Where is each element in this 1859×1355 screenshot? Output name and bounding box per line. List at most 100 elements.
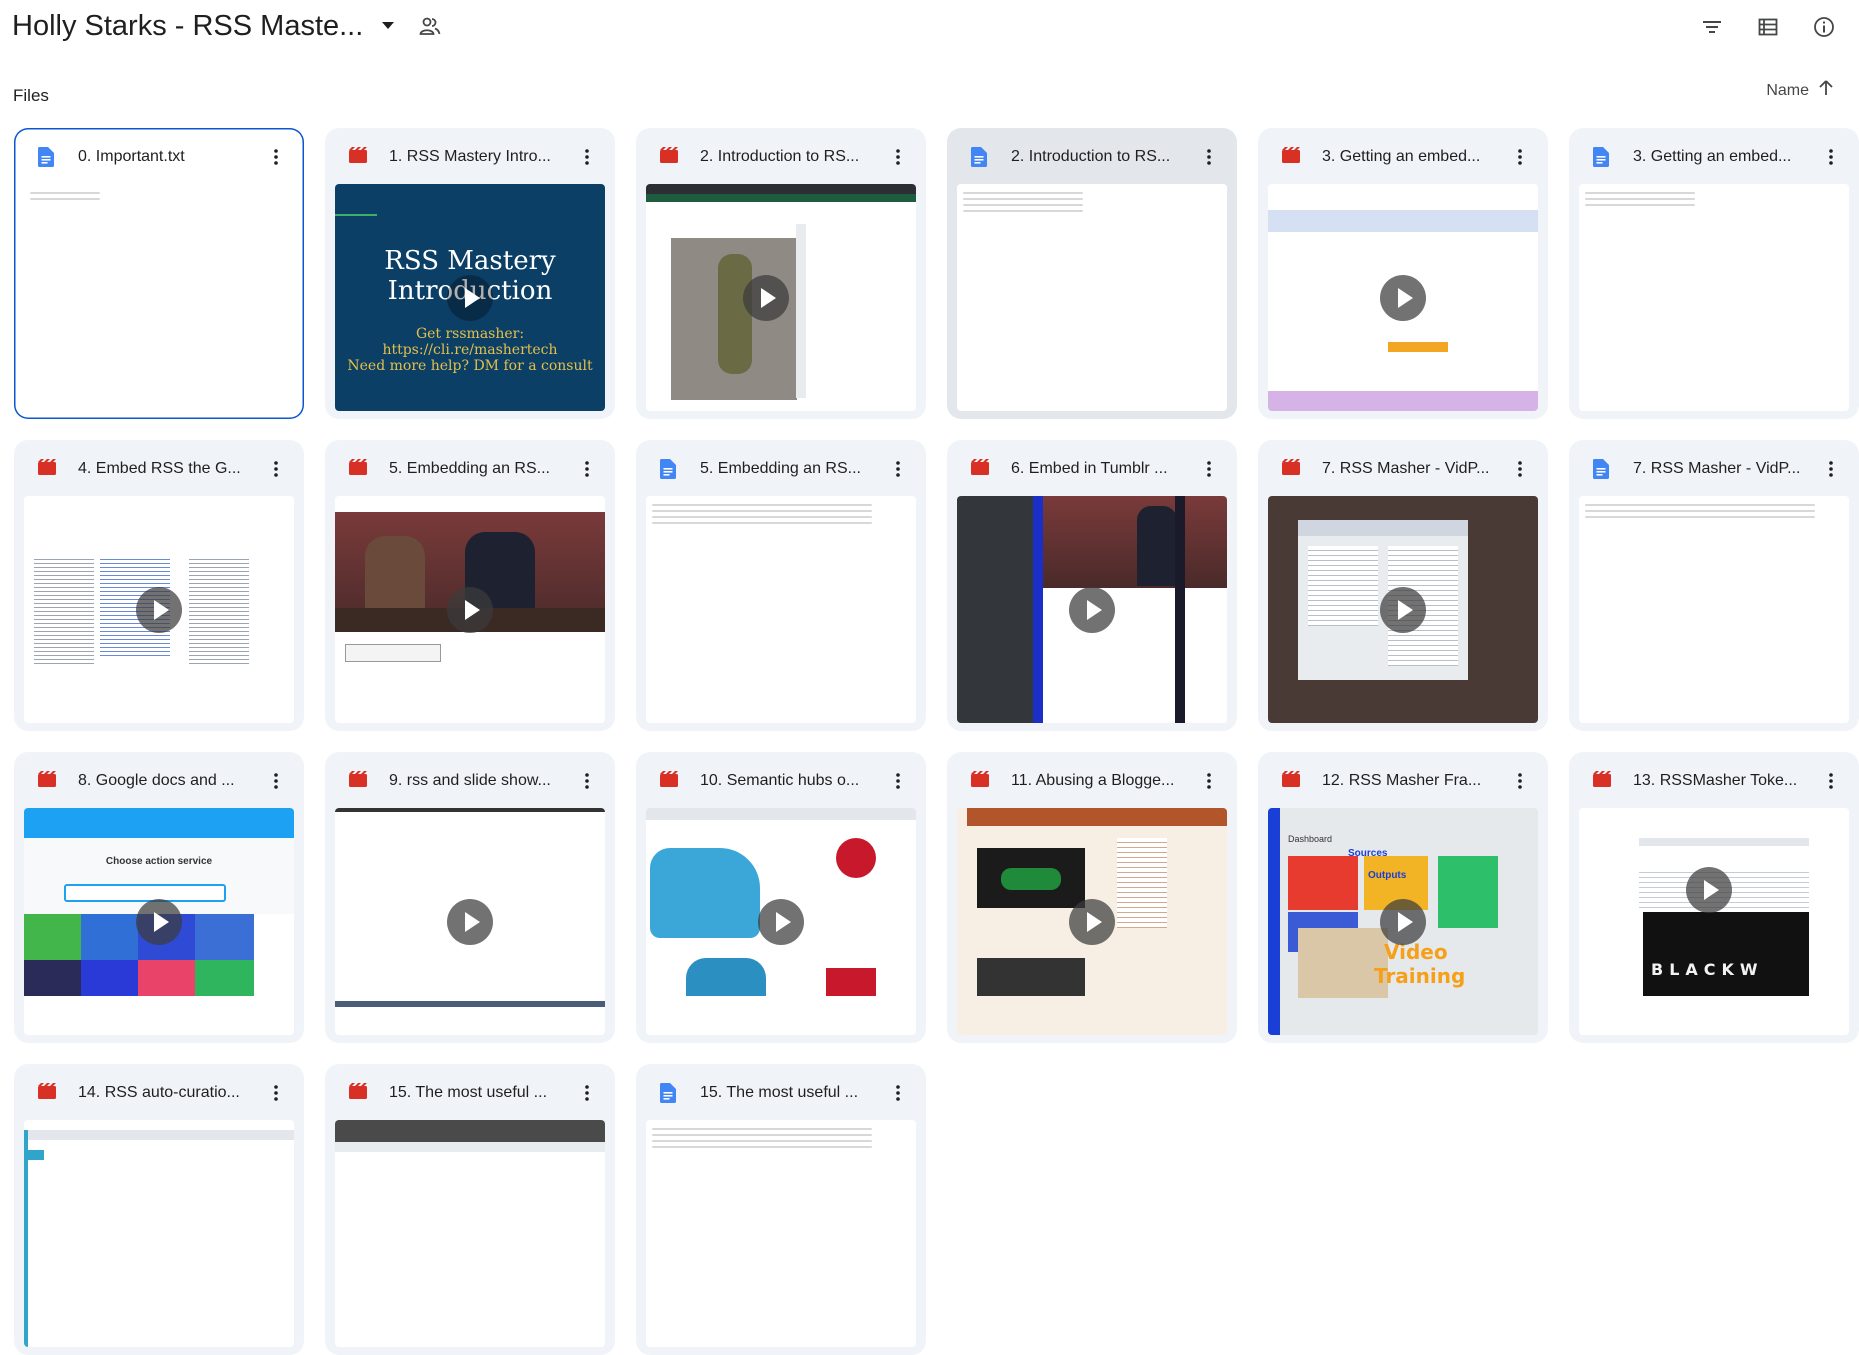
video-file-icon [349,459,369,479]
sort-by-name-button[interactable]: Name [1766,80,1833,101]
training-word: Training [1374,964,1466,988]
play-icon [1069,898,1115,945]
file-card[interactable]: 7. RSS Masher - VidP... [1569,440,1859,731]
more-vert-icon[interactable] [262,1079,290,1107]
file-name: 7. RSS Masher - VidP... [1633,460,1801,477]
file-card[interactable]: 3. Getting an embed... [1569,128,1859,419]
video-file-icon [971,771,991,791]
more-vert-icon[interactable] [884,767,912,795]
arrow-up-icon [1819,80,1833,101]
file-card[interactable]: 13. RSSMasher Toke... BLACKW [1569,752,1859,1043]
more-vert-icon[interactable] [1817,455,1845,483]
more-vert-icon[interactable] [1506,143,1534,171]
file-thumbnail [957,808,1227,1035]
file-thumbnail [24,184,294,411]
sort-label: Name [1766,81,1809,99]
more-vert-icon[interactable] [1195,143,1223,171]
file-card[interactable]: 9. rss and slide show... [325,752,615,1043]
file-thumbnail: RSS Mastery Introduction Get rssmasher: … [335,184,605,411]
doc-file-icon [38,147,58,167]
play-icon [1380,898,1426,945]
file-name: 6. Embed in Tumblr ... [1011,460,1168,477]
more-vert-icon[interactable] [1506,767,1534,795]
more-vert-icon[interactable] [262,143,290,171]
file-card[interactable]: 3. Getting an embed... [1258,128,1548,419]
file-thumbnail [646,1120,916,1347]
video-word: Video [1384,940,1448,964]
file-card[interactable]: 8. Google docs and ... Choose action ser… [14,752,304,1043]
more-vert-icon[interactable] [1506,455,1534,483]
file-card[interactable]: 5. Embedding an RS... [636,440,926,731]
video-file-icon [1282,147,1302,167]
play-icon [1069,586,1115,633]
file-card[interactable]: 10. Semantic hubs o... [636,752,926,1043]
file-card[interactable]: 2. Introduction to RS... [947,128,1237,419]
more-vert-icon[interactable] [262,767,290,795]
more-vert-icon[interactable] [573,767,601,795]
more-vert-icon[interactable] [1817,767,1845,795]
file-name: 2. Introduction to RS... [700,148,860,165]
file-name: 1. RSS Mastery Intro... [389,148,551,165]
list-view-icon[interactable] [1751,10,1785,44]
file-name: 8. Google docs and ... [78,772,235,789]
video-file-icon [660,147,680,167]
doc-file-icon [1593,459,1613,479]
intro-get-text: Get rssmasher: [415,326,525,342]
file-thumbnail [1268,184,1538,411]
file-name: 5. Embedding an RS... [389,460,550,477]
more-vert-icon[interactable] [573,143,601,171]
folder-title-area[interactable]: Holly Starks - RSS Maste... [12,6,443,46]
file-thumbnail: Dashboard Sources Outputs Video Training [1268,808,1538,1035]
more-vert-icon[interactable] [884,1079,912,1107]
choose-action-text: Choose action service [105,856,213,867]
video-file-icon [349,771,369,791]
video-file-icon [971,459,991,479]
doc-file-icon [1593,147,1613,167]
file-name: 12. RSS Masher Fra... [1322,772,1482,789]
file-card[interactable]: 11. Abusing a Blogge... [947,752,1237,1043]
more-vert-icon[interactable] [1195,767,1223,795]
file-thumbnail [1579,496,1849,723]
file-thumbnail [646,496,916,723]
file-card[interactable]: 0. Important.txt [14,128,304,419]
file-card[interactable]: 2. Introduction to RS... [636,128,926,419]
play-icon [1685,866,1732,913]
file-card[interactable]: 15. The most useful ... [325,1064,615,1355]
top-bar: Holly Starks - RSS Maste... [0,0,1859,56]
video-file-icon [38,1083,58,1103]
video-file-icon [660,771,680,791]
video-file-icon [1282,459,1302,479]
file-card[interactable]: 6. Embed in Tumblr ... [947,440,1237,731]
more-vert-icon[interactable] [262,455,290,483]
file-card[interactable]: 4. Embed RSS the G... [14,440,304,731]
chevron-down-icon[interactable] [377,15,399,37]
filter-icon[interactable] [1695,10,1729,44]
file-card[interactable]: 15. The most useful ... [636,1064,926,1355]
file-card[interactable]: 7. RSS Masher - VidP... [1258,440,1548,731]
file-thumbnail [335,1120,605,1347]
file-card[interactable]: 5. Embedding an RS... [325,440,615,731]
shared-people-icon[interactable] [417,13,443,39]
play-icon [447,586,493,633]
video-file-icon [349,147,369,167]
file-thumbnail [646,808,916,1035]
more-vert-icon[interactable] [884,143,912,171]
blackw-text: BLACKW [1651,960,1764,979]
file-thumbnail [1268,496,1538,723]
play-icon [758,898,804,945]
file-card[interactable]: 14. RSS auto-curatio... [14,1064,304,1355]
more-vert-icon[interactable] [1195,455,1223,483]
more-vert-icon[interactable] [1817,143,1845,171]
file-thumbnail [24,496,294,723]
info-icon[interactable] [1807,10,1841,44]
file-thumbnail [24,1120,294,1347]
file-name: 15. The most useful ... [389,1084,548,1101]
doc-file-icon [660,459,680,479]
more-vert-icon[interactable] [573,455,601,483]
more-vert-icon[interactable] [884,455,912,483]
file-name: 9. rss and slide show... [389,772,551,789]
more-vert-icon[interactable] [573,1079,601,1107]
folder-title[interactable]: Holly Starks - RSS Maste... [12,10,363,43]
file-card[interactable]: 12. RSS Masher Fra... Dashboard Sources … [1258,752,1548,1043]
file-card[interactable]: 1. RSS Mastery Intro... RSS Mastery Intr… [325,128,615,419]
